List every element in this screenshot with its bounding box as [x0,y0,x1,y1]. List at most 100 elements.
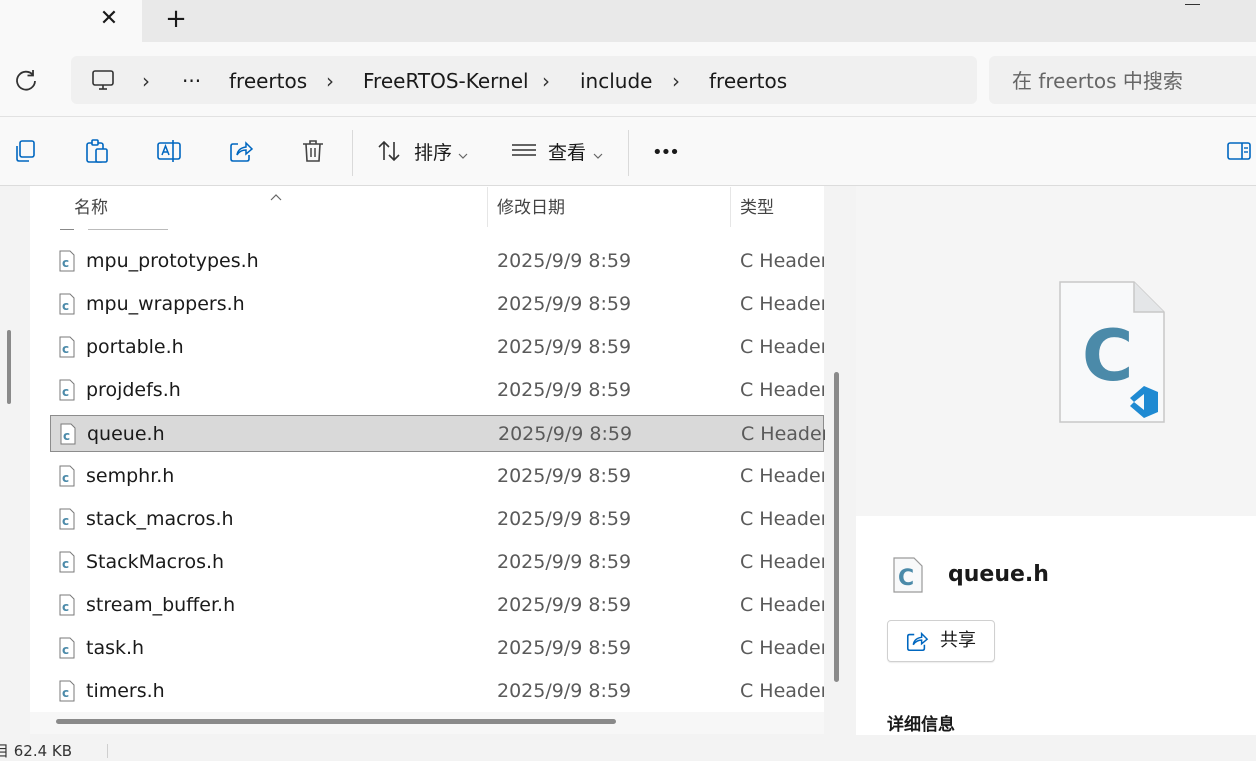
file-row[interactable]: c portable.h 2025/9/9 8:59 C Header [50,329,824,365]
file-row[interactable]: c semphr.h 2025/9/9 8:59 C Header [50,458,824,494]
breadcrumb-overflow[interactable]: ··· [182,68,201,94]
sort-ascending-icon [270,186,282,201]
column-divider[interactable] [487,187,488,227]
toolbar-separator [628,130,629,176]
file-name[interactable]: mpu_wrappers.h [86,290,245,318]
paste-icon[interactable] [84,138,110,164]
breadcrumb-item[interactable]: freertos [229,68,307,94]
svg-text:c: c [62,471,69,485]
chevron-down-icon[interactable] [458,146,468,159]
svg-text:c: c [62,514,69,528]
breadcrumb-chevron-icon[interactable]: › [142,68,150,94]
file-row[interactable]: c StackMacros.h 2025/9/9 8:59 C Header [50,544,824,580]
file-type: C Header [740,379,824,401]
file-row[interactable]: c mpu_wrappers.h 2025/9/9 8:59 C Header [50,286,824,322]
computer-icon[interactable] [90,67,116,93]
file-modified-date: 2025/9/9 8:59 [497,465,632,487]
breadcrumb-chevron-icon[interactable]: › [542,68,550,94]
toolbar-separator [352,130,353,176]
breadcrumb-item[interactable]: include [580,68,652,94]
file-row[interactable]: c stack_macros.h 2025/9/9 8:59 C Header [50,501,824,537]
file-modified-date: 2025/9/9 8:59 [497,293,632,315]
c-header-file-icon: C [892,556,924,594]
navigation-pane [0,186,24,734]
c-file-icon: c [59,293,75,315]
sort-icon[interactable] [376,138,402,164]
horizontal-scrollbar[interactable] [56,719,616,724]
file-modified-date: 2025/9/9 8:59 [497,551,632,573]
sort-button[interactable]: 排序 [414,141,452,165]
file-row[interactable]: c queue.h 2025/9/9 8:59 C Header [50,414,825,452]
file-row[interactable]: c task.h 2025/9/9 8:59 C Header [50,630,824,666]
file-name[interactable]: semphr.h [86,462,174,490]
file-modified-date: 2025/9/9 8:59 [497,379,632,401]
file-name[interactable]: StackMacros.h [86,548,224,576]
new-tab-icon[interactable]: + [163,5,189,33]
rename-icon[interactable] [156,138,182,164]
file-name[interactable]: stack_macros.h [86,505,234,533]
c-file-icon: c [59,637,75,659]
status-separator [107,744,108,758]
c-file-icon: c [59,680,75,702]
file-type: C Header [741,422,825,445]
navigation-scrollbar[interactable] [7,330,11,404]
breadcrumb-chevron-icon[interactable]: › [672,68,680,94]
svg-text:c: c [62,600,69,614]
copy-icon[interactable] [12,138,38,164]
breadcrumb-item[interactable]: freertos [709,68,787,94]
file-modified-date: 2025/9/9 8:59 [497,508,632,530]
svg-text:c: c [62,557,69,571]
file-modified-date: 2025/9/9 8:59 [498,422,633,445]
status-bar [0,735,1256,755]
refresh-icon[interactable] [12,66,40,94]
file-name[interactable]: timers.h [86,677,165,705]
share-button-label[interactable]: 共享 [940,628,976,654]
file-modified-date: 2025/9/9 8:59 [497,680,632,702]
more-options-icon[interactable]: ••• [652,141,680,165]
column-header-name[interactable]: 名称 [74,196,108,220]
file-name[interactable]: portable.h [86,333,184,361]
file-row[interactable]: c projdefs.h 2025/9/9 8:59 C Header [50,372,824,408]
svg-text:c: c [62,342,69,356]
file-row[interactable]: c stream_buffer.h 2025/9/9 8:59 C Header [50,587,824,623]
close-tab-icon[interactable]: ✕ [97,6,121,32]
file-name[interactable]: projdefs.h [86,376,181,404]
file-name[interactable]: stream_buffer.h [86,591,235,619]
file-row[interactable]: c timers.h 2025/9/9 8:59 C Header [50,673,824,709]
chevron-down-icon[interactable] [593,146,603,159]
c-file-icon: c [60,423,76,445]
search-input[interactable]: 在 freertos 中搜索 [1012,68,1183,94]
file-row[interactable]: c mpu_prototypes.h 2025/9/9 8:59 C Header [50,243,824,279]
file-name[interactable]: task.h [86,634,144,662]
svg-text:c: c [63,429,70,443]
column-divider[interactable] [730,187,731,227]
vertical-scrollbar[interactable] [834,372,839,682]
file-type: C Header [740,637,824,659]
svg-text:c: c [62,299,69,313]
file-type: C Header [740,336,824,358]
file-type: C Header [740,594,824,616]
file-modified-date: 2025/9/9 8:59 [497,637,632,659]
c-file-icon: c [59,594,75,616]
breadcrumb-chevron-icon[interactable]: › [326,68,334,94]
file-name[interactable]: queue.h [87,420,165,448]
column-header-type[interactable]: 类型 [740,196,774,220]
status-text: 目 62.4 KB [0,742,73,760]
share-icon[interactable] [905,629,929,653]
c-file-icon: c [59,250,75,272]
svg-text:c: c [62,686,69,700]
file-type: C Header [740,680,824,702]
c-header-file-icon: C [1058,280,1166,424]
details-pane-icon[interactable] [1226,138,1252,164]
delete-icon[interactable] [300,138,326,164]
file-type: C Header [740,293,824,315]
view-button[interactable]: 查看 [548,141,586,165]
file-name[interactable]: mpu_prototypes.h [86,247,259,275]
file-type: C Header [740,508,824,530]
column-header-modified[interactable]: 修改日期 [497,196,565,220]
c-file-icon: c [59,379,75,401]
minimize-icon[interactable] [1185,0,1201,8]
share-icon[interactable] [228,138,254,164]
view-icon[interactable] [511,138,537,164]
breadcrumb-item[interactable]: FreeRTOS-Kernel [363,68,529,94]
